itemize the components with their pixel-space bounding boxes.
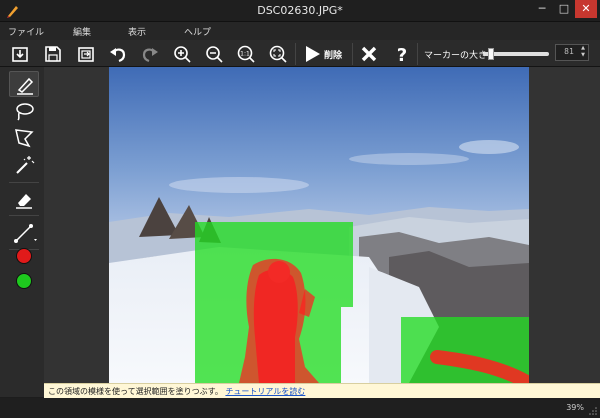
menu-view[interactable]: 表示	[128, 25, 146, 38]
help-button[interactable]: ?	[391, 43, 413, 66]
polygon-lasso-tool[interactable]	[9, 125, 39, 151]
marker-size-stepper[interactable]: 81 ▲ ▼	[555, 44, 589, 61]
zoom-in-button[interactable]	[171, 43, 193, 65]
toolbar-separator	[295, 43, 296, 65]
svg-text:1:1: 1:1	[240, 51, 250, 58]
status-bar: 39%	[0, 398, 600, 418]
zoom-out-button[interactable]	[203, 43, 225, 65]
zoom-out-icon	[206, 46, 223, 63]
menu-bar: ファイル 編集 表示 ヘルプ	[0, 22, 600, 40]
maximize-button[interactable]: □	[553, 0, 575, 18]
marker-size-slider-thumb[interactable]	[487, 48, 494, 60]
zoom-fit-icon	[269, 45, 287, 63]
menu-file[interactable]: ファイル	[8, 25, 44, 38]
window-title: DSC02630.JPG*	[257, 4, 343, 17]
zoom-1to1-button[interactable]: 1:1	[235, 43, 257, 65]
redo-button[interactable]	[139, 43, 161, 65]
minimize-button[interactable]: ─	[531, 0, 553, 18]
keep-color-button[interactable]	[16, 273, 32, 289]
marker-tool[interactable]	[9, 71, 39, 97]
open-icon	[12, 47, 28, 62]
help-icon: ?	[397, 45, 407, 66]
title-bar: DSC02630.JPG* ─ □ ✕	[0, 0, 600, 22]
save-button[interactable]	[42, 43, 64, 65]
close-button[interactable]: ✕	[575, 0, 597, 18]
tool-separator	[9, 182, 39, 183]
photo-image[interactable]	[109, 67, 529, 383]
play-icon	[306, 46, 320, 62]
lasso-icon	[16, 103, 34, 121]
export-icon	[78, 47, 94, 62]
tip-bar: この領域の模様を使って選択範囲を塗りつぶす。 チュートリアルを読む	[44, 383, 600, 398]
zoom-level: 39%	[566, 403, 584, 412]
redo-icon	[142, 48, 158, 63]
polygon-lasso-icon	[15, 129, 34, 148]
tool-sidebar	[0, 67, 44, 397]
toolbar-separator	[417, 43, 418, 65]
zoom-in-icon	[174, 46, 191, 63]
magic-wand-icon	[16, 156, 35, 174]
run-erase-button[interactable]	[301, 43, 323, 65]
eraser-tool[interactable]	[9, 186, 39, 212]
undo-icon	[110, 48, 126, 63]
erase-label[interactable]: 削除	[324, 48, 342, 61]
eraser-icon	[16, 194, 32, 209]
resize-grip-icon[interactable]	[589, 407, 597, 415]
magic-wand-tool[interactable]	[9, 152, 39, 178]
lasso-tool[interactable]	[9, 98, 39, 124]
tip-message: この領域の模様を使って選択範囲を塗りつぶす。	[48, 387, 223, 396]
save-icon	[45, 46, 61, 62]
tip-text: この領域の模様を使って選択範囲を塗りつぶす。 チュートリアルを読む	[48, 386, 305, 397]
photo-canvas[interactable]	[109, 67, 529, 383]
menu-edit[interactable]: 編集	[73, 25, 91, 38]
zoom-1to1-icon: 1:1	[237, 45, 255, 63]
marker-size-value[interactable]: 81	[559, 47, 579, 56]
svg-text:?: ?	[397, 45, 407, 65]
cancel-x-icon	[361, 46, 377, 62]
tool-separator	[9, 215, 39, 216]
tutorial-link[interactable]: チュートリアルを読む	[225, 387, 305, 396]
zoom-fit-button[interactable]	[267, 43, 289, 65]
menu-help[interactable]: ヘルプ	[184, 25, 211, 38]
remove-color-button[interactable]	[16, 248, 32, 264]
export-button[interactable]	[75, 43, 97, 65]
cancel-button[interactable]	[358, 43, 380, 65]
undo-button[interactable]	[107, 43, 129, 65]
stepper-arrows-icon[interactable]: ▲ ▼	[579, 45, 587, 60]
open-button[interactable]	[9, 43, 31, 65]
toolbar-separator	[352, 43, 353, 65]
marker-icon	[17, 77, 34, 95]
